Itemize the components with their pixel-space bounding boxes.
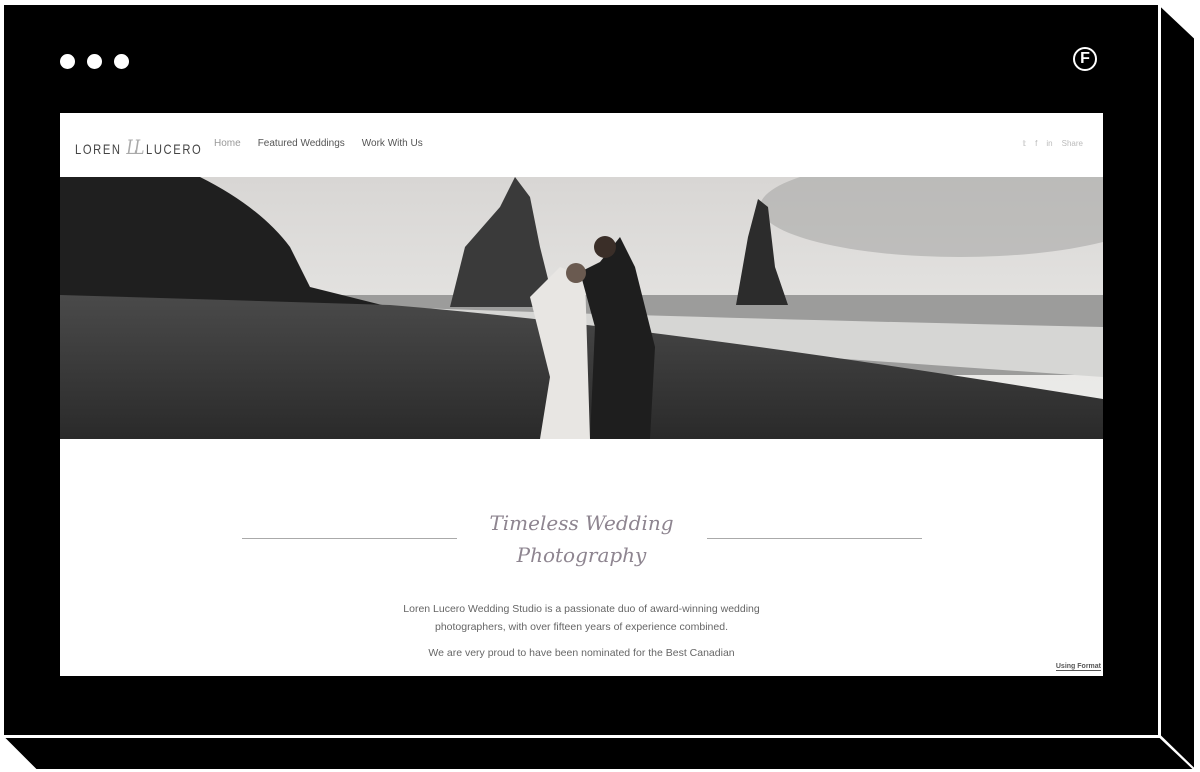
linkedin-icon[interactable]: in <box>1046 139 1052 148</box>
twitter-icon[interactable]: 𝕥 <box>1022 139 1026 148</box>
nav-work-with-us[interactable]: Work With Us <box>362 138 423 149</box>
social-links: 𝕥 f in Share <box>1022 139 1083 148</box>
paragraph: Loren Lucero Wedding Studio is a passion… <box>403 603 760 633</box>
intro-text: Loren Lucero Wedding Studio is a passion… <box>400 601 763 672</box>
heading-line-2: Photography <box>516 543 647 567</box>
share-link[interactable]: Share <box>1062 139 1083 148</box>
maximize-button[interactable] <box>114 54 129 69</box>
close-button[interactable] <box>60 54 75 69</box>
using-format-badge[interactable]: Using Format <box>1055 663 1101 671</box>
format-logo-icon: F <box>1073 47 1097 71</box>
nav-featured-weddings[interactable]: Featured Weddings <box>258 138 345 149</box>
hero-image <box>60 177 1103 439</box>
site-header: LOREN LL LUCERO Home Featured Weddings Wor… <box>60 113 1103 177</box>
main-nav: Home Featured Weddings Work With Us <box>214 138 423 149</box>
site-logo[interactable]: LOREN LL LUCERO <box>75 135 202 159</box>
heading-line-1: Timeless Wedding <box>489 511 674 535</box>
facebook-icon[interactable]: f <box>1035 139 1037 148</box>
nav-home[interactable]: Home <box>214 138 241 149</box>
paragraph: We are very proud to have been nominated… <box>428 647 735 659</box>
window-controls <box>60 54 129 69</box>
logo-left: LOREN <box>75 141 122 157</box>
logo-right: LUCERO <box>146 141 203 157</box>
section-heading: Timeless Wedding Photography <box>60 507 1103 571</box>
minimize-button[interactable] <box>87 54 102 69</box>
logo-monogram: LL <box>126 135 144 159</box>
website: LOREN LL LUCERO Home Featured Weddings Wor… <box>60 113 1103 676</box>
